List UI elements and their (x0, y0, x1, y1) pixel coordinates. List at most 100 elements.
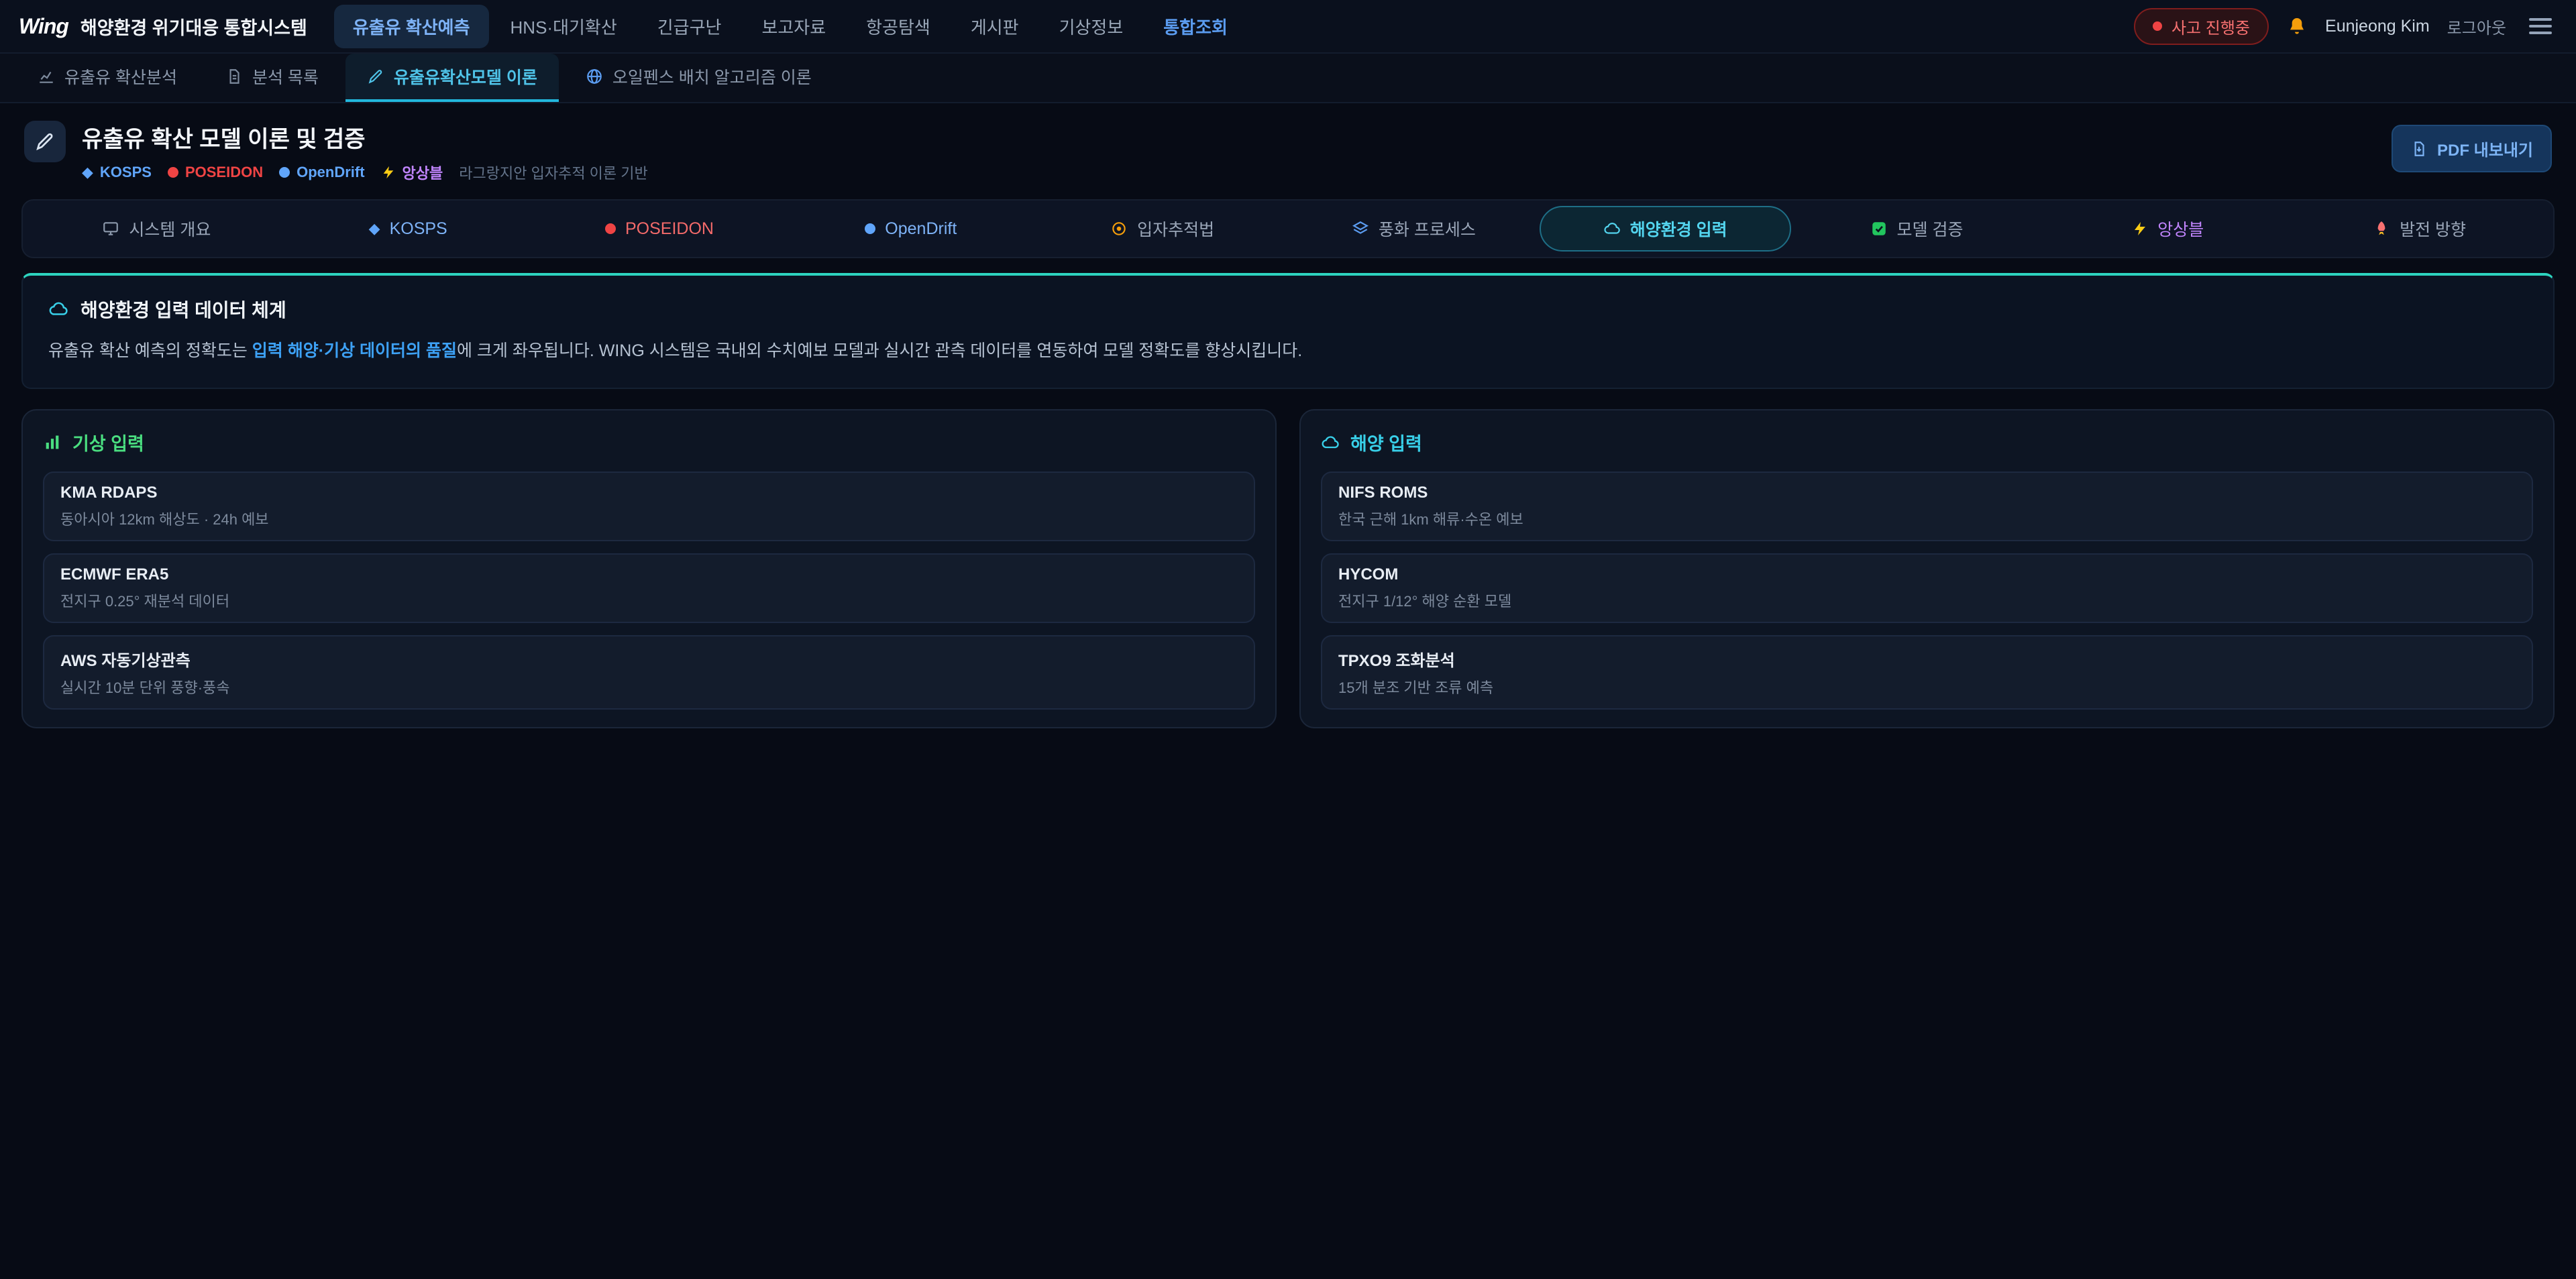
data-source-row[interactable]: HYCOM 전지구 1/12° 해양 순환 모델 (1321, 553, 2533, 623)
pdf-button-label: PDF 내보내기 (2437, 137, 2533, 160)
tab-spill-model-theory[interactable]: 유출유확산모델 이론 (345, 54, 559, 102)
data-source-name: ECMWF ERA5 (60, 565, 1238, 584)
page-icon (24, 121, 66, 162)
section-item-label: 앙상블 (2157, 217, 2204, 241)
dot-icon (279, 167, 290, 178)
nav-item-integrated-search[interactable]: 통합조회 (1144, 5, 1246, 48)
user-name: Eunjeong Kim (2325, 17, 2430, 36)
badge-label: POSEIDON (185, 164, 263, 181)
tab-label: 오일펜스 배치 알고리즘 이론 (612, 64, 812, 89)
badge-label: OpenDrift (297, 164, 364, 181)
tab-spill-analysis[interactable]: 유출유 확산분석 (16, 54, 199, 102)
page-subtitle: 라그랑지안 입자추적 이론 기반 (459, 162, 647, 183)
bar-chart-icon (43, 433, 62, 452)
section-item-opendrift[interactable]: OpenDrift (785, 206, 1036, 252)
ocean-input-card: 해양 입력 NIFS ROMS 한국 근해 1km 해류·수온 예보 HYCOM… (1299, 409, 2555, 728)
badge-kosps: ◆ KOSPS (82, 164, 152, 181)
section-item-marine-env-input[interactable]: 해양환경 입력 (1540, 206, 1791, 252)
badge-poseidon: POSEIDON (168, 164, 263, 181)
intro-text: 유출유 확산 예측의 정확도는 (48, 341, 252, 360)
section-heading: 해양환경 입력 데이터 체계 (48, 296, 2528, 323)
data-source-name: NIFS ROMS (1338, 484, 2516, 502)
data-source-row[interactable]: KMA RDAPS 동아시아 12km 해상도 · 24h 예보 (43, 471, 1255, 541)
tab-label: 유출유 확산분석 (64, 64, 177, 89)
menu-hamburger-icon[interactable] (2524, 11, 2557, 41)
badge-ensemble: 앙상블 (381, 162, 443, 183)
nav-item-oil-spill-prediction[interactable]: 유출유 확산예측 (334, 5, 489, 48)
section-item-label: POSEIDON (625, 219, 714, 239)
page-title-block: 유출유 확산 모델 이론 및 검증 ◆ KOSPS POSEIDON OpenD… (82, 121, 648, 183)
tab-analysis-list[interactable]: 분석 목록 (204, 54, 340, 102)
section-item-label: OpenDrift (885, 219, 957, 239)
tab-oil-fence-algorithm-theory[interactable]: 오일펜스 배치 알고리즘 이론 (564, 54, 833, 102)
data-source-desc: 동아시아 12km 해상도 · 24h 예보 (60, 508, 1238, 529)
data-source-name: TPXO9 조화분석 (1338, 647, 2516, 671)
dot-icon (168, 167, 178, 178)
section-item-label: 시스템 개요 (129, 217, 211, 241)
card-title-label: 기상 입력 (72, 429, 144, 455)
topbar-right-cluster: 사고 진행중 Eunjeong Kim 로그아웃 (2134, 8, 2557, 45)
nav-item-reports[interactable]: 보고자료 (743, 5, 845, 48)
incident-label: 사고 진행중 (2171, 15, 2250, 38)
data-source-desc: 전지구 1/12° 해양 순환 모델 (1338, 590, 2516, 611)
section-nav: 시스템 개요 ◆ KOSPS POSEIDON OpenDrift 입자추적법 … (21, 199, 2555, 258)
data-source-row[interactable]: TPXO9 조화분석 15개 분조 기반 조류 예측 (1321, 635, 2533, 710)
section-item-model-validation[interactable]: 모델 검증 (1791, 206, 2043, 252)
data-source-row[interactable]: NIFS ROMS 한국 근해 1km 해류·수온 예보 (1321, 471, 2533, 541)
data-source-desc: 실시간 10분 단위 풍향·풍속 (60, 676, 1238, 698)
data-source-desc: 한국 근해 1km 해류·수온 예보 (1338, 508, 2516, 529)
nav-item-weather-info[interactable]: 기상정보 (1040, 5, 1142, 48)
page-header: 유출유 확산 모델 이론 및 검증 ◆ KOSPS POSEIDON OpenD… (0, 103, 2576, 195)
section-item-system-overview[interactable]: 시스템 개요 (31, 206, 282, 252)
notifications-bell-icon[interactable] (2286, 15, 2308, 37)
card-title-ocean: 해양 입력 (1321, 429, 2533, 455)
brand[interactable]: Wing 해양환경 위기대응 통합시스템 (19, 13, 307, 40)
rocket-icon (2373, 220, 2390, 237)
cloud-icon (48, 299, 68, 319)
intro-highlight: 입력 해양·기상 데이터의 품질 (252, 341, 457, 360)
section-item-particle-tracking[interactable]: 입자추적법 (1036, 206, 1288, 252)
data-source-name: KMA RDAPS (60, 484, 1238, 502)
tab-label: 분석 목록 (252, 64, 319, 89)
model-badges: ◆ KOSPS POSEIDON OpenDrift 앙상블 라그랑지안 입자추… (82, 162, 648, 183)
lightning-icon (2132, 221, 2148, 237)
app-logo: Wing (19, 14, 68, 39)
data-source-row[interactable]: AWS 자동기상관측 실시간 10분 단위 풍향·풍속 (43, 635, 1255, 710)
section-item-future-direction[interactable]: 발전 방향 (2294, 206, 2545, 252)
section-item-weathering-process[interactable]: 풍화 프로세스 (1288, 206, 1540, 252)
incident-dot-icon (2153, 21, 2162, 31)
section-intro-paragraph: 유출유 확산 예측의 정확도는 입력 해양·기상 데이터의 품질에 크게 좌우됩… (48, 337, 2528, 365)
system-title: 해양환경 위기대응 통합시스템 (80, 13, 307, 40)
data-source-name: AWS 자동기상관측 (60, 647, 1238, 671)
cloud-icon (1321, 433, 1340, 452)
badge-label: 앙상블 (402, 162, 443, 183)
top-navigation-bar: Wing 해양환경 위기대응 통합시스템 유출유 확산예측 HNS·대기확산 긴… (0, 0, 2576, 54)
nav-item-aerial-search[interactable]: 항공탐색 (847, 5, 949, 48)
pdf-export-button[interactable]: PDF 내보내기 (2392, 125, 2552, 172)
section-item-ensemble[interactable]: 앙상블 (2042, 206, 2294, 252)
input-data-cards: 기상 입력 KMA RDAPS 동아시아 12km 해상도 · 24h 예보 E… (21, 409, 2555, 728)
logout-button[interactable]: 로그아웃 (2447, 15, 2506, 38)
dot-icon (865, 223, 875, 234)
card-title-weather: 기상 입력 (43, 429, 1255, 455)
primary-nav: 유출유 확산예측 HNS·대기확산 긴급구난 보고자료 항공탐색 게시판 기상정… (334, 5, 2134, 48)
monitor-icon (102, 220, 119, 237)
intro-text: 에 크게 좌우됩니다. WING 시스템은 국내외 수치예보 모델과 실시간 관… (457, 341, 1302, 360)
sub-tab-bar: 유출유 확산분석 분석 목록 유출유확산모델 이론 오일펜스 배치 알고리즘 이… (0, 54, 2576, 103)
badge-opendrift: OpenDrift (279, 164, 364, 181)
nav-item-emergency-rescue[interactable]: 긴급구난 (639, 5, 741, 48)
incident-status-badge[interactable]: 사고 진행중 (2134, 8, 2269, 45)
line-chart-icon (38, 68, 55, 85)
section-item-kosps[interactable]: ◆ KOSPS (282, 206, 534, 252)
nav-item-hns-air-dispersion[interactable]: HNS·대기확산 (492, 5, 636, 48)
data-source-row[interactable]: ECMWF ERA5 전지구 0.25° 재분석 데이터 (43, 553, 1255, 623)
marine-env-input-section: 해양환경 입력 데이터 체계 유출유 확산 예측의 정확도는 입력 해양·기상 … (21, 273, 2555, 389)
data-source-desc: 전지구 0.25° 재분석 데이터 (60, 590, 1238, 611)
nav-item-board[interactable]: 게시판 (952, 5, 1038, 48)
section-item-label: 발전 방향 (2400, 217, 2466, 241)
data-source-name: HYCOM (1338, 565, 2516, 584)
section-item-poseidon[interactable]: POSEIDON (534, 206, 786, 252)
diamond-icon: ◆ (82, 164, 93, 181)
card-title-label: 해양 입력 (1350, 429, 1422, 455)
section-item-label: KOSPS (390, 219, 447, 239)
